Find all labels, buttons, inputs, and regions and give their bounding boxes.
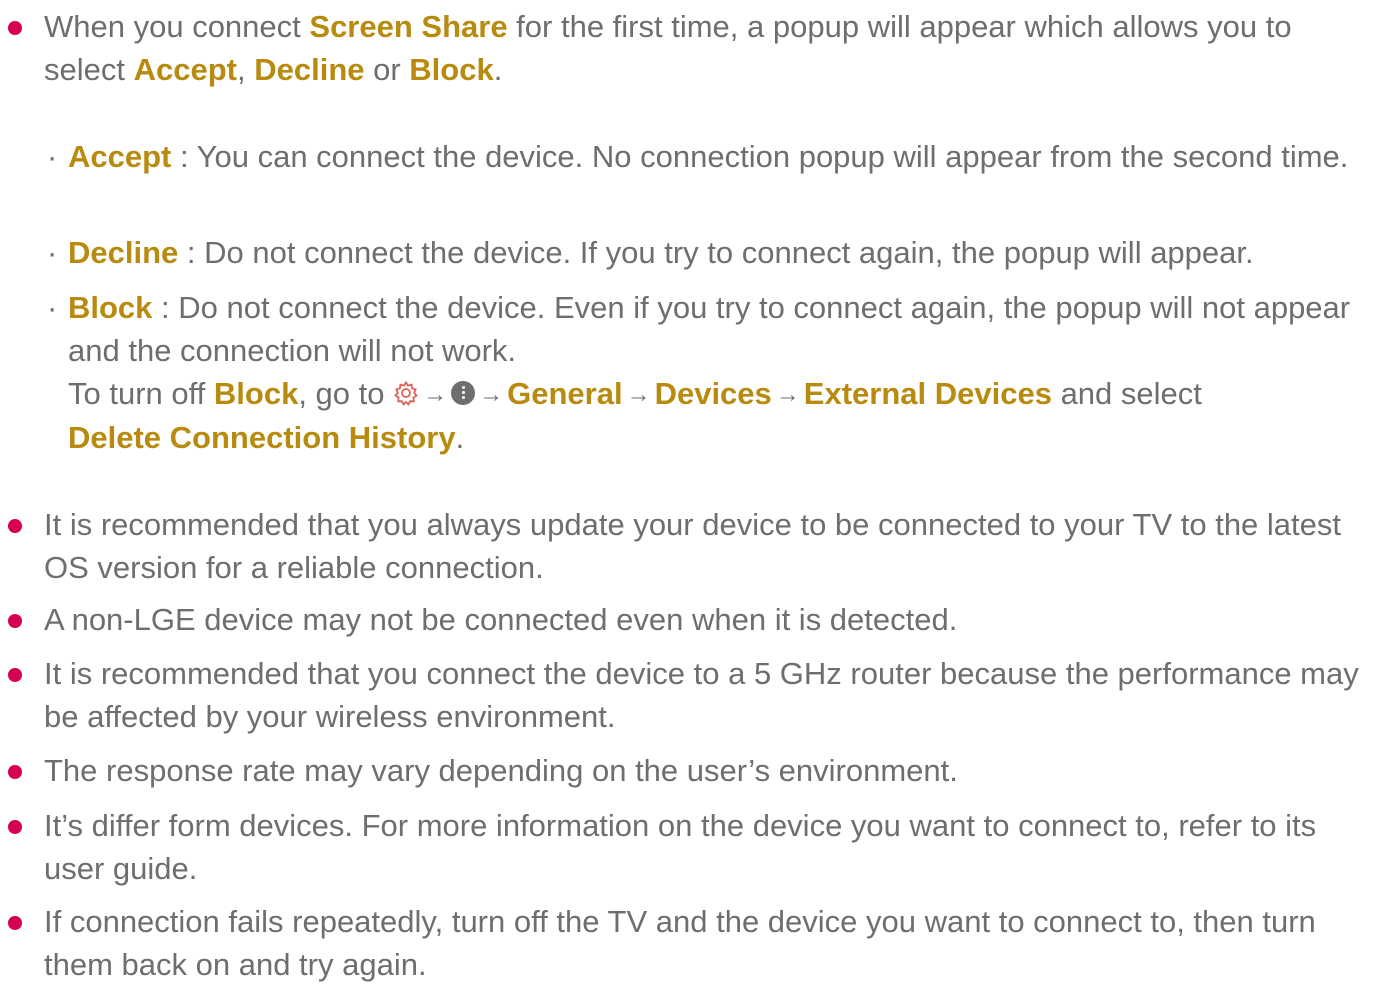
delete-connection-history: Delete Connection History xyxy=(68,420,456,455)
turnoff-prefix: To turn off xyxy=(68,376,214,411)
option-accept: · Accept : You can connect the device. N… xyxy=(47,135,1358,178)
gear-icon xyxy=(394,380,418,406)
option-decline-label: Decline xyxy=(68,235,179,270)
bullet-dot xyxy=(8,765,22,779)
arrow-icon: → xyxy=(479,381,504,408)
note-item: If connection fails repeatedly, turn off… xyxy=(8,900,1364,986)
option-block: · Block : Do not connect the device. Eve… xyxy=(47,286,1358,459)
and-select-text: and select xyxy=(1051,376,1202,411)
keyword-block: Block xyxy=(409,52,494,87)
keyword-decline: Decline xyxy=(254,52,365,87)
help-page: When you connect Screen Share for the fi… xyxy=(0,0,1376,982)
intro-period: . xyxy=(493,52,503,87)
note-item: The response rate may vary depending on … xyxy=(8,749,1364,792)
option-block-text: : Do not connect the device. Even if you… xyxy=(68,290,1351,368)
block-end-period: . xyxy=(455,420,465,455)
bullet-dot xyxy=(8,916,22,930)
option-decline-text: : Do not connect the device. If you try … xyxy=(178,235,1254,270)
intro-or: or xyxy=(364,52,410,87)
more-dots-icon xyxy=(451,381,476,405)
note-text: The response rate may vary depending on … xyxy=(44,753,958,788)
option-block-label: Block xyxy=(68,290,153,325)
bullet-dot xyxy=(8,519,22,533)
intro-text-before: When you connect xyxy=(44,9,310,44)
intro-comma: , xyxy=(236,52,255,87)
bullet-dot xyxy=(8,21,22,35)
note-text: A non-LGE device may not be connected ev… xyxy=(44,602,958,637)
keyword-accept: Accept xyxy=(133,52,237,87)
note-text: It is recommended that you connect the d… xyxy=(44,656,1359,734)
sub-bullet-mark: · xyxy=(47,139,58,174)
sub-bullet-mark: · xyxy=(47,290,58,325)
bullet-dot xyxy=(8,820,22,834)
option-accept-text: : You can connect the device. No connect… xyxy=(171,139,1349,174)
note-item: A non-LGE device may not be connected ev… xyxy=(8,598,1364,641)
path-devices: Devices xyxy=(654,376,772,411)
arrow-icon: → xyxy=(775,381,800,408)
path-external-devices: External Devices xyxy=(803,376,1052,411)
turnoff-keyword-block: Block xyxy=(213,376,299,411)
bullet-dot xyxy=(8,614,22,628)
keyword-screen-share: Screen Share xyxy=(309,9,508,44)
path-general: General xyxy=(507,376,623,411)
note-item: It is recommended that you connect the d… xyxy=(8,652,1364,738)
note-text: It’s differ form devices. For more infor… xyxy=(44,808,1317,886)
arrow-icon: → xyxy=(423,381,448,408)
intro-bullet: When you connect Screen Share for the fi… xyxy=(8,5,1364,91)
arrow-icon: → xyxy=(626,381,651,408)
bullet-dot xyxy=(8,668,22,682)
note-item: It’s differ form devices. For more infor… xyxy=(8,804,1364,890)
option-accept-label: Accept xyxy=(68,139,172,174)
turnoff-goto: , go to xyxy=(298,376,394,411)
sub-bullet-mark: · xyxy=(47,235,58,270)
note-item: It is recommended that you always update… xyxy=(8,503,1364,589)
option-decline: · Decline : Do not connect the device. I… xyxy=(47,231,1358,274)
note-text: It is recommended that you always update… xyxy=(44,507,1342,585)
note-text: If connection fails repeatedly, turn off… xyxy=(44,904,1316,982)
